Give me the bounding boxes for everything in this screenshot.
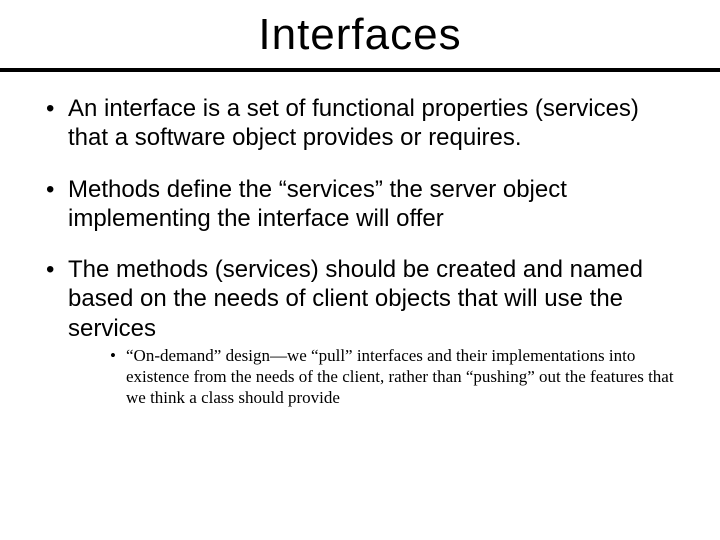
bullet-text: Methods define the “services” the server… (68, 176, 567, 232)
slide-content: Interfaces An interface is a set of func… (0, 0, 720, 451)
title-underline (0, 68, 720, 72)
bullet-item: An interface is a set of functional prop… (40, 94, 680, 153)
slide-title: Interfaces (40, 10, 680, 60)
sub-bullet-item: “On-demand” design—we “pull” interfaces … (108, 345, 680, 409)
bullet-list: An interface is a set of functional prop… (40, 94, 680, 409)
bullet-text: The methods (services) should be created… (68, 256, 643, 342)
bullet-text: An interface is a set of functional prop… (68, 95, 639, 151)
sub-bullet-text: “On-demand” design—we “pull” interfaces … (126, 346, 674, 408)
sub-bullet-list: “On-demand” design—we “pull” interfaces … (68, 345, 680, 409)
bullet-item: Methods define the “services” the server… (40, 175, 680, 234)
bullet-item: The methods (services) should be created… (40, 255, 680, 409)
